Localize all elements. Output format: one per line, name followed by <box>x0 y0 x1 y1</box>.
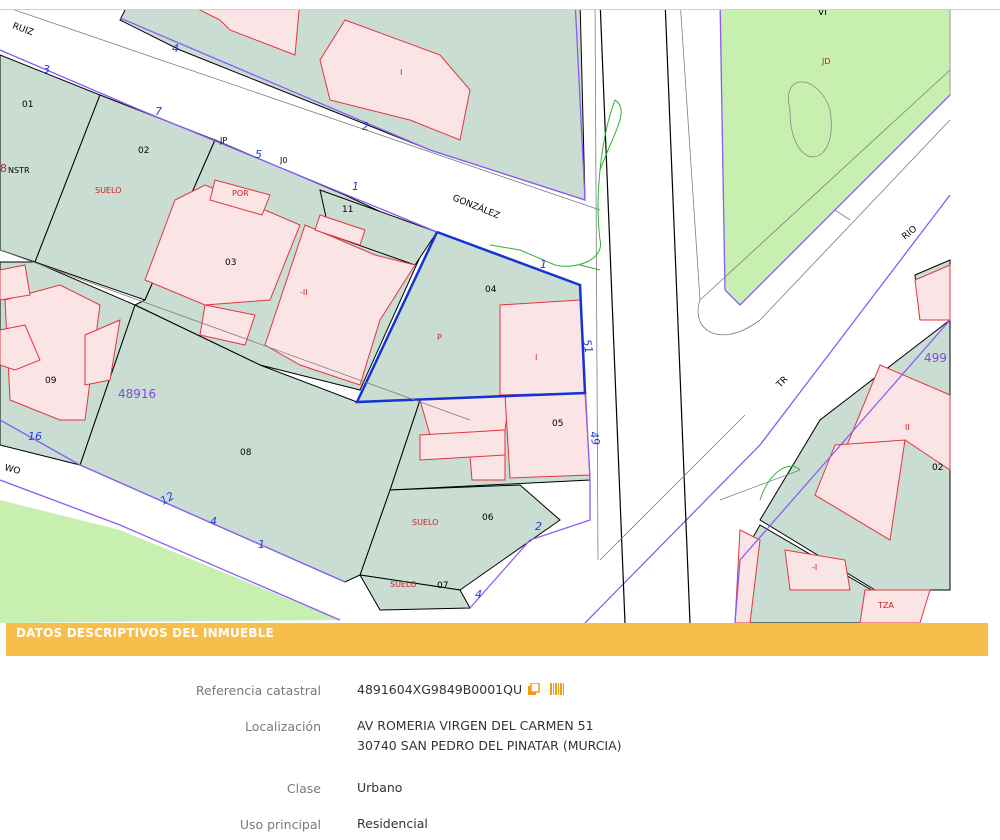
house-num-4b: 4 <box>210 515 217 528</box>
map-label-jp: JP <box>219 136 227 145</box>
building-05b <box>504 392 591 479</box>
house-num-2: 2 <box>362 120 369 133</box>
house-num-4: 4 <box>172 42 179 55</box>
field-label: Localización <box>244 719 321 734</box>
building-right-tza <box>859 589 931 623</box>
cadastral-map[interactable]: SUELO SUELO SUELO POR P I II -II -I I JD… <box>0 0 1000 623</box>
field-label: Referencia catastral <box>195 683 321 698</box>
building-09d <box>0 264 31 301</box>
map-label-nstr: NSTR <box>8 166 30 175</box>
map-label-i-top: I <box>400 68 402 77</box>
map-label-suelo-07: SUELO <box>390 580 416 589</box>
copy-icon[interactable] <box>528 680 540 695</box>
map-parcel-04: 04 <box>485 285 497 295</box>
map-parcel-05: 05 <box>552 419 563 429</box>
map-parcel-01: 01 <box>22 100 33 110</box>
field-label: Clase <box>286 781 321 796</box>
map-label-8: 8 <box>0 162 7 175</box>
cadastral-reference[interactable]: 4891604XG9849B0001QU <box>357 682 522 697</box>
map-label-p-04: P <box>437 333 442 342</box>
map-parcel-11: 11 <box>342 205 353 215</box>
house-num-4c: 4 <box>475 588 482 601</box>
map-parcel-06: 06 <box>482 513 494 523</box>
barcode-icon[interactable] <box>550 680 565 695</box>
house-num-49: 49 <box>587 430 602 446</box>
field-value: AV ROMERIA VIRGEN DEL CARMEN 51 <box>357 718 594 733</box>
block-id-499: 499 <box>924 351 947 365</box>
field-value: Residencial <box>357 816 428 831</box>
map-label-jd: JD <box>821 57 831 66</box>
field-value: Urbano <box>357 780 403 795</box>
map-label-j0: J0 <box>279 156 287 165</box>
house-num-1c: 1 <box>352 180 359 193</box>
map-label-suelo-02: SUELO <box>95 186 121 195</box>
map-label-ii-03: -II <box>300 288 308 297</box>
map-parcel-09: 09 <box>45 376 57 386</box>
map-parcel-08: 08 <box>240 448 252 458</box>
map-parcel-02: 02 <box>138 146 149 156</box>
map-parcel-03: 03 <box>225 258 236 268</box>
building-04 <box>499 299 586 396</box>
field-value: 4891604XG9849B0001QU <box>357 679 565 701</box>
house-num-1b: 1 <box>258 538 265 551</box>
house-num-7: 7 <box>155 105 162 118</box>
block-id-48916: 48916 <box>118 387 156 401</box>
map-label-i-right: -I <box>812 563 817 572</box>
top-edge <box>0 0 1000 10</box>
building-05d <box>419 429 506 461</box>
building-05c <box>469 454 506 481</box>
section-title: DATOS DESCRIPTIVOS DEL INMUEBLE <box>16 626 274 640</box>
section-header: DATOS DESCRIPTIVOS DEL INMUEBLE <box>6 623 988 656</box>
house-num-2b: 2 <box>535 520 542 533</box>
map-label-por: POR <box>232 189 249 198</box>
building-05a <box>419 394 511 436</box>
map-label-tza: TZA <box>877 601 894 610</box>
house-num-5: 5 <box>255 148 262 161</box>
map-parcel-07: 07 <box>437 581 448 591</box>
map-label-suelo-06: SUELO <box>412 518 438 527</box>
house-num-1: 1 <box>540 258 547 271</box>
map-label-i-04: I <box>535 353 537 362</box>
field-value-2: 30740 SAN PEDRO DEL PINATAR (MURCIA) <box>357 738 622 753</box>
house-num-16: 16 <box>28 430 42 443</box>
house-num-3: 3 <box>43 63 50 76</box>
map-parcel-right-02: 02 <box>932 463 943 473</box>
map-label-ii-right: II <box>905 423 910 432</box>
field-label: Uso principal <box>239 817 321 832</box>
house-num-51: 51 <box>580 338 595 354</box>
